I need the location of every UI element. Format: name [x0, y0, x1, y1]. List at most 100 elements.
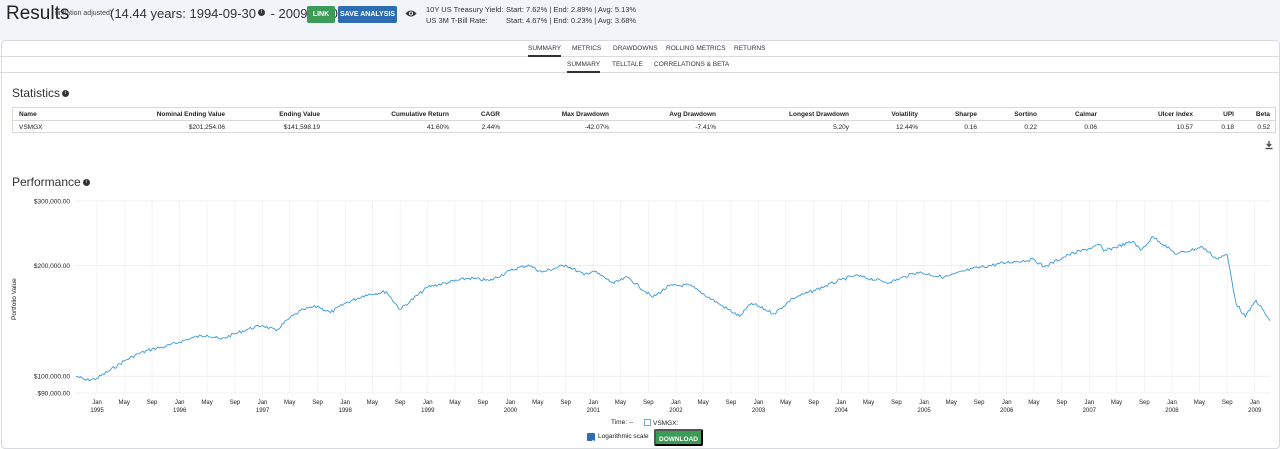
table-header-row: Name Nominal Ending Value Ending Value C…	[13, 108, 1275, 121]
col-upi[interactable]: UPI	[1223, 111, 1234, 118]
date-range-start: (14.44 years: 1994-09-30	[110, 6, 256, 21]
legend-series[interactable]: VSMGX:	[644, 419, 678, 427]
link-button[interactable]: LINK	[307, 6, 335, 23]
col-beta[interactable]: Beta	[1256, 111, 1270, 118]
cell-cagr: 2.44%	[481, 124, 500, 131]
x-tick-label: Sep	[395, 400, 406, 406]
info-icon[interactable]: i	[62, 90, 70, 97]
cell-beta: 0.52	[1257, 124, 1270, 131]
statistics-table: Name Nominal Ending Value Ending Value C…	[12, 107, 1276, 133]
x-tick-label: May	[201, 400, 212, 406]
download-button[interactable]: DOWNLOAD	[654, 429, 703, 446]
statistics-title: Statistics i	[12, 86, 70, 100]
x-tick-label: Jan	[836, 400, 846, 406]
col-cagr[interactable]: CAGR	[481, 111, 500, 118]
x-tick-label: Jan	[671, 400, 681, 406]
col-ulcer-index[interactable]: Ulcer Index	[1158, 111, 1193, 118]
x-tick-label: Jan	[754, 400, 764, 406]
x-tick-label: Sep	[808, 400, 819, 406]
time-value: --	[628, 419, 634, 426]
col-calmar[interactable]: Calmar	[1075, 111, 1097, 118]
col-ending-value[interactable]: Ending Value	[279, 111, 320, 118]
info-icon[interactable]: i	[257, 9, 265, 16]
check-icon	[588, 439, 594, 445]
x-tick-label: May	[1194, 400, 1205, 406]
cell-ulcer-index: 10.57	[1176, 124, 1193, 131]
tab-returns[interactable]: RETURNS	[734, 45, 765, 52]
log-scale-checkbox[interactable]	[587, 433, 595, 445]
subtab-summary[interactable]: SUMMARY	[567, 61, 601, 73]
cell-avg-drawdown: -7.41%	[695, 124, 716, 131]
col-nominal-ending-value[interactable]: Nominal Ending Value	[157, 111, 225, 118]
x-tick-label: Jan	[1002, 400, 1012, 406]
x-tick-label: May	[449, 400, 460, 406]
tab-metrics[interactable]: METRICS	[572, 45, 601, 52]
x-tick-label: Jan	[423, 400, 433, 406]
x-tick-label: Jan	[506, 400, 516, 406]
info-icon[interactable]: i	[82, 179, 90, 186]
x-tick-year-label: 1997	[256, 408, 270, 414]
y-tick-label: $90,000.00	[37, 391, 70, 398]
col-max-drawdown[interactable]: Max Drawdown	[562, 111, 609, 118]
x-tick-year-label: 2007	[1083, 408, 1097, 414]
legend-swatch[interactable]	[644, 419, 651, 426]
col-cumulative-return[interactable]: Cumulative Return	[391, 111, 449, 118]
results-header: Results (inflation adjusted) (14.44 year…	[0, 0, 1280, 40]
x-tick-label: Sep	[643, 400, 654, 406]
x-tick-label: Jan	[92, 400, 102, 406]
x-tick-label: Jan	[919, 400, 929, 406]
col-name[interactable]: Name	[19, 111, 37, 118]
rates-info: 10Y US Treasury Yield: Start: 7.62% | End…	[426, 4, 636, 26]
treasury-values: Start: 7.62% | End: 2.89% | Avg: 5.13%	[506, 5, 637, 14]
x-tick-year-label: 1999	[421, 408, 435, 414]
cell-cumulative-return: 41.60%	[426, 124, 449, 131]
x-tick-label: Jan	[175, 400, 185, 406]
performance-title: Performance i	[12, 175, 90, 189]
x-tick-year-label: 2001	[587, 408, 601, 414]
tab-drawdowns[interactable]: DRAWDOWNS	[613, 45, 658, 52]
cell-upi: 0.18	[1221, 124, 1234, 131]
x-tick-label: May	[367, 400, 378, 406]
treasury-label: 10Y US Treasury Yield:	[426, 5, 504, 14]
x-tick-year-label: 1996	[173, 408, 187, 414]
x-tick-label: May	[780, 400, 791, 406]
col-avg-drawdown[interactable]: Avg Drawdown	[669, 111, 716, 118]
x-tick-label: May	[946, 400, 957, 406]
x-tick-label: Sep	[477, 400, 488, 406]
col-sortino[interactable]: Sortino	[1014, 111, 1037, 118]
x-tick-label: Jan	[1167, 400, 1177, 406]
tab-rolling-metrics[interactable]: ROLLING METRICS	[666, 45, 726, 52]
x-tick-label: Jan	[588, 400, 598, 406]
download-icon[interactable]	[1264, 140, 1274, 150]
eye-icon[interactable]	[405, 9, 417, 18]
tab-summary[interactable]: SUMMARY	[528, 45, 562, 57]
x-tick-year-label: 1998	[339, 408, 353, 414]
performance-chart[interactable]: $300,000.00 $200,000.00 $100,000.00 $90,000…	[0, 190, 1280, 420]
chart-series	[75, 236, 1271, 382]
x-tick-label: Sep	[974, 400, 985, 406]
tbill-label: US 3M T-Bill Rate:	[426, 16, 488, 25]
col-sharpe[interactable]: Sharpe	[955, 111, 977, 118]
x-tick-label: Jan	[340, 400, 350, 406]
log-scale-label: Logarithmic scale	[598, 433, 649, 440]
col-volatility[interactable]: Volatility	[891, 111, 918, 118]
x-tick-year-label: 2006	[1000, 408, 1014, 414]
x-tick-label: Sep	[560, 400, 571, 406]
y-tick-label: $300,000.00	[34, 199, 71, 206]
save-analysis-button[interactable]: SAVE ANALYSIS	[338, 6, 397, 23]
subtab-correlations-beta[interactable]: CORRELATIONS & BETA	[654, 61, 729, 68]
x-axis-ticks: Jan 1995 May Sep Jan 1996 May Sep Jan 1997 May Sep J…	[90, 400, 1262, 414]
x-tick-year-label: 2000	[504, 408, 518, 414]
x-tick-label: Sep	[891, 400, 902, 406]
x-tick-year-label: 1995	[90, 408, 104, 414]
cell-sortino: 0.22	[1024, 124, 1037, 131]
x-tick-label: Sep	[312, 400, 323, 406]
cell-ending-value: $141,598.19	[283, 124, 320, 131]
x-tick-year-label: 2005	[917, 408, 931, 414]
x-tick-label: May	[532, 400, 543, 406]
x-tick-label: May	[284, 400, 295, 406]
x-tick-year-label: 2004	[835, 408, 849, 414]
subtab-telltale[interactable]: TELLTALE	[612, 61, 643, 68]
y-axis-ticks: $300,000.00 $200,000.00 $100,000.00 $90,000…	[34, 199, 71, 398]
col-longest-drawdown[interactable]: Longest Drawdown	[789, 111, 849, 118]
